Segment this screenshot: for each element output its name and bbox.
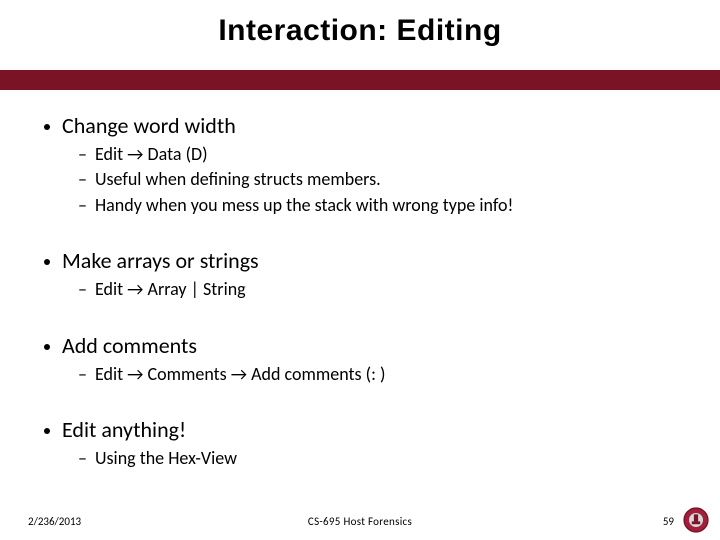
dash-icon: – (78, 194, 87, 217)
bullet-sub-text: Edit → Array | String (95, 278, 246, 301)
footer-page-number: 59 (663, 515, 674, 528)
dash-icon: – (78, 447, 87, 470)
footer: 2/236/2013 CS-695 Host Forensics 59 (0, 504, 720, 528)
bullet-text: Edit anything! (62, 416, 186, 443)
seal-icon (682, 506, 710, 534)
bullet-dot-icon (44, 259, 50, 265)
bullet-sub: – Useful when defining structs members. (78, 168, 684, 191)
bullet-text: Make arrays or strings (62, 247, 259, 274)
bullet-main: Edit anything! (44, 416, 684, 443)
bullet-sub-text: Useful when defining structs members. (95, 168, 381, 191)
bullet-text: Add comments (62, 332, 197, 359)
slide-body: Change word width – Edit → Data (D) – Us… (44, 100, 684, 470)
dash-icon: – (78, 363, 87, 386)
bullet-sub: – Edit → Data (D) (78, 143, 684, 166)
bullet-sub-text: Handy when you mess up the stack with wr… (95, 194, 513, 217)
dash-icon: – (78, 168, 87, 191)
title-rule (0, 70, 720, 90)
bullet-main: Make arrays or strings (44, 247, 684, 274)
dash-icon: – (78, 278, 87, 301)
bullet-sublist: – Using the Hex-View (78, 447, 684, 470)
dash-icon: – (78, 143, 87, 166)
slide: Interaction: Editing Change word width –… (0, 0, 720, 540)
bullet-sub: – Edit → Comments → Add comments (: ) (78, 363, 684, 386)
bullet-main: Add comments (44, 332, 684, 359)
slide-title: Interaction: Editing (0, 14, 720, 48)
bullet-sub: – Using the Hex-View (78, 447, 684, 470)
bullet-dot-icon (44, 428, 50, 434)
bullet-sub-text: Using the Hex-View (95, 447, 237, 470)
bullet-sublist: – Edit → Array | String (78, 278, 684, 301)
footer-date: 2/236/2013 (28, 515, 81, 528)
bullet-dot-icon (44, 344, 50, 350)
bullet-sublist: – Edit → Comments → Add comments (: ) (78, 363, 684, 386)
bullet-dot-icon (44, 124, 50, 130)
bullet-main: Change word width (44, 112, 684, 139)
footer-course: CS-695 Host Forensics (308, 515, 412, 528)
bullet-sublist: – Edit → Data (D) – Useful when defining… (78, 143, 684, 217)
bullet-text: Change word width (62, 112, 236, 139)
bullet-sub: – Handy when you mess up the stack with … (78, 194, 684, 217)
bullet-sub-text: Edit → Comments → Add comments (: ) (95, 363, 385, 386)
title-wrap: Interaction: Editing (0, 0, 720, 48)
bullet-sub-text: Edit → Data (D) (95, 143, 208, 166)
bullet-sub: – Edit → Array | String (78, 278, 684, 301)
